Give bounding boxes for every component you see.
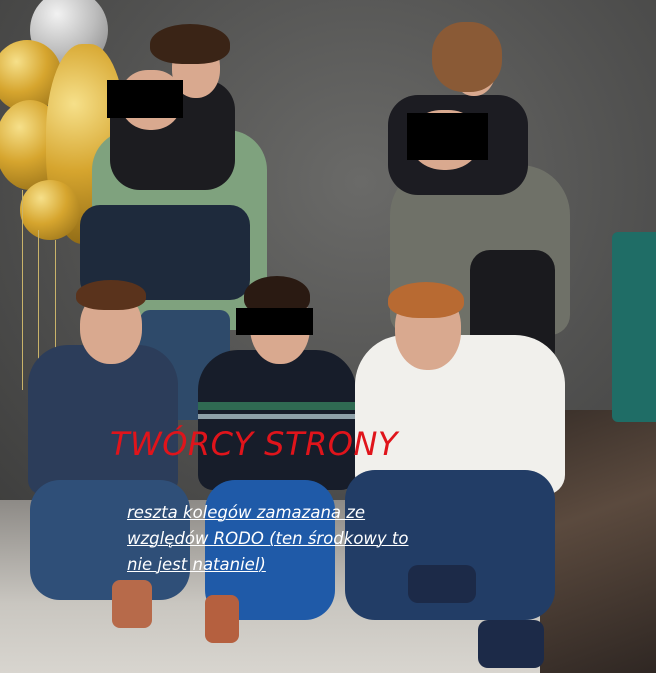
- sweater-stripe: [198, 414, 356, 419]
- caption-note-line: reszta kolegów zamazana ze: [127, 503, 366, 522]
- striped-sweater: [198, 350, 356, 490]
- caption-note-line: względów RODO (ten środkowy to: [127, 529, 409, 548]
- curly-hair: [150, 24, 230, 64]
- ginger-hair: [388, 282, 464, 318]
- caption-note-line: nie jest nataniel): [127, 555, 266, 574]
- redaction-bar: [107, 80, 183, 118]
- navy-patterned-sweater: [28, 345, 178, 495]
- gold-balloon: [20, 180, 80, 240]
- sweater-stripe: [198, 402, 356, 410]
- balloon-string: [22, 190, 23, 390]
- page-title: TWÓRCY STRONY: [110, 425, 398, 463]
- caption-note: reszta kolegów zamazana ze względów RODO…: [127, 500, 467, 578]
- redaction-bar: [236, 308, 313, 335]
- long-hair: [432, 22, 502, 92]
- sneaker: [478, 620, 544, 668]
- teal-chair: [612, 232, 656, 422]
- hair: [76, 280, 146, 310]
- shoe: [112, 580, 152, 628]
- redaction-bar: [407, 113, 488, 160]
- shoe: [205, 595, 239, 643]
